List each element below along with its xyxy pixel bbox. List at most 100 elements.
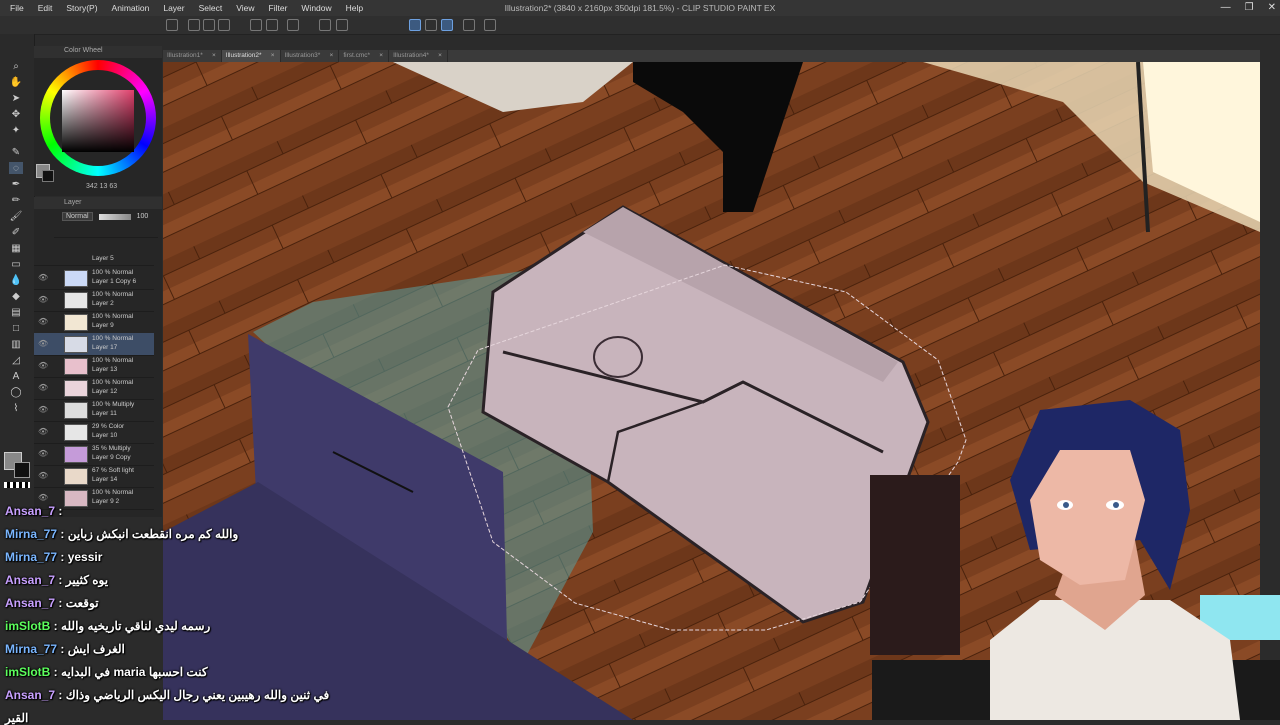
decoration-tool-icon[interactable]: ▦ [9, 242, 23, 254]
layer-row[interactable]: 👁 100 % Normal Layer 2 [34, 289, 154, 312]
help-icon[interactable] [484, 19, 496, 31]
menu-story[interactable]: Story(P) [66, 3, 97, 13]
correct-line-tool-icon[interactable]: ⌇ [9, 402, 23, 414]
layer-row[interactable]: 👁 100 % Multiply Layer 11 [34, 399, 154, 422]
menu-bar: File Edit Story(P) Animation Layer Selec… [0, 3, 363, 13]
selection-tool-icon[interactable]: ✦ [9, 124, 23, 136]
maximize-icon[interactable]: ❐ [1245, 0, 1254, 16]
save-icon[interactable] [218, 19, 230, 31]
chat-message: Mirna_77 : والله كم مره انقطعت انبكش زبا… [5, 527, 238, 541]
sub-color-chip[interactable] [42, 170, 54, 182]
close-tab-icon[interactable]: × [212, 50, 216, 62]
eye-icon[interactable]: 👁 [38, 361, 48, 370]
chat-username: Mirna_77 [5, 550, 58, 564]
layer-row[interactable]: 👁 100 % Normal Layer 12 [34, 377, 154, 400]
layer-row[interactable]: 👁 67 % Soft light Layer 14 [34, 465, 154, 488]
close-tab-icon[interactable]: × [379, 50, 383, 62]
eye-icon[interactable]: 👁 [38, 383, 48, 392]
close-tab-icon[interactable]: × [271, 50, 275, 62]
menu-layer[interactable]: Layer [163, 3, 184, 13]
eye-icon[interactable]: 👁 [38, 493, 48, 502]
undo-icon[interactable] [250, 19, 262, 31]
airbrush-tool-icon[interactable]: ✐ [9, 226, 23, 238]
layer-name: Layer 14 [92, 476, 118, 483]
transparent-color-swatch[interactable] [4, 482, 30, 488]
new-file-icon[interactable] [188, 19, 200, 31]
document-tab[interactable]: Illustration4* × [389, 50, 448, 62]
hand-tool-icon[interactable]: ✋ [9, 76, 23, 88]
eyedropper-tool-icon[interactable]: ✎ [9, 146, 23, 158]
canvas-new-icon[interactable] [166, 19, 178, 31]
fill-icon[interactable] [319, 19, 331, 31]
opacity-value[interactable]: 100 [137, 213, 149, 220]
menu-help[interactable]: Help [346, 3, 363, 13]
minimize-icon[interactable]: — [1221, 0, 1231, 16]
close-tab-icon[interactable]: × [438, 50, 442, 62]
chat-text: رسمه ليدي لناقي تاريخيه والله [61, 619, 211, 633]
snap-grid-icon[interactable] [441, 19, 453, 31]
fill-tool-icon[interactable]: ◆ [9, 290, 23, 302]
close-tab-icon[interactable]: × [330, 50, 334, 62]
layer-row[interactable]: 👁 29 % Color Layer 10 [34, 421, 154, 444]
blend-tool-icon[interactable]: 💧 [9, 274, 23, 286]
eye-icon[interactable]: 👁 [38, 471, 48, 480]
chat-message: Ansan_7 : [5, 504, 62, 518]
gradient-tool-icon[interactable]: ▤ [9, 306, 23, 318]
operation-tool-icon[interactable]: ➤ [9, 92, 23, 104]
eye-icon[interactable]: 👁 [38, 339, 48, 348]
layer-row[interactable]: 👁 100 % Normal Layer 13 [34, 355, 154, 378]
layer-row[interactable]: 👁 35 % Multiply Layer 9 Copy [34, 443, 154, 466]
text-tool-icon[interactable]: A [9, 370, 23, 382]
move-layer-tool-icon[interactable]: ✥ [9, 108, 23, 120]
eye-icon[interactable]: 👁 [38, 273, 48, 282]
close-icon[interactable]: ✕ [1268, 0, 1276, 16]
menu-file[interactable]: File [10, 3, 24, 13]
ruler-icon[interactable] [463, 19, 475, 31]
blend-mode-select[interactable]: Normal [62, 212, 93, 221]
pencil-tool-icon[interactable]: ✏ [9, 194, 23, 206]
opacity-slider[interactable] [98, 213, 131, 220]
snap-ruler-icon[interactable] [409, 19, 421, 31]
menu-edit[interactable]: Edit [38, 3, 53, 13]
frame-tool-icon[interactable]: ▥ [9, 338, 23, 350]
document-tab[interactable]: first.cmc* × [339, 50, 390, 62]
eye-icon[interactable]: 👁 [38, 427, 48, 436]
chat-text: في ثنين والله رهيبين يعني رجال اليكس الر… [65, 688, 330, 702]
eye-icon[interactable]: 👁 [38, 449, 48, 458]
clear-icon[interactable] [287, 19, 299, 31]
eraser-tool-icon[interactable]: ▭ [9, 258, 23, 270]
menu-view[interactable]: View [236, 3, 254, 13]
ruler-tool-icon[interactable]: ◿ [9, 354, 23, 366]
snap-special-ruler-icon[interactable] [425, 19, 437, 31]
eye-icon[interactable]: 👁 [38, 295, 48, 304]
menu-window[interactable]: Window [301, 3, 331, 13]
zoom-tool-icon[interactable]: ⌕ [9, 60, 23, 72]
saturation-value-square[interactable] [62, 90, 134, 152]
menu-animation[interactable]: Animation [112, 3, 150, 13]
menu-select[interactable]: Select [199, 3, 223, 13]
balloon-tool-icon[interactable]: ◯ [9, 386, 23, 398]
layer-row[interactable]: 👁 100 % Normal Layer 17 [34, 333, 154, 356]
document-tab[interactable]: Illustration3* × [281, 50, 340, 62]
layer-row[interactable]: 👁 100 % Normal Layer 1 Copy 6 [34, 267, 154, 290]
layer-row-top[interactable]: Layer 5 [34, 255, 154, 266]
lasso-tool-icon[interactable]: ◌ [9, 162, 23, 174]
brush-tool-icon[interactable]: 🖌 [9, 210, 23, 222]
open-file-icon[interactable] [203, 19, 215, 31]
eye-icon[interactable]: 👁 [38, 317, 48, 326]
document-tab[interactable]: Illustration2* × [221, 50, 281, 62]
redo-icon[interactable] [266, 19, 278, 31]
pen-tool-icon[interactable]: ✒ [9, 178, 23, 190]
chat-message: imSlotB : في البدايه maria كنت احسبها [5, 665, 208, 679]
layer-row[interactable]: 👁 100 % Normal Layer 9 [34, 311, 154, 334]
menu-filter[interactable]: Filter [269, 3, 288, 13]
document-tab[interactable]: Illustration1* × [163, 50, 222, 62]
layer-mode: 100 % Normal [92, 313, 134, 320]
eye-icon[interactable]: 👁 [38, 405, 48, 414]
figure-tool-icon[interactable]: □ [9, 322, 23, 334]
chat-username: Ansan_7 [5, 504, 56, 518]
sub-color-swatch[interactable] [14, 462, 30, 478]
transform-icon[interactable] [336, 19, 348, 31]
hue-ring[interactable] [40, 60, 156, 176]
layer-thumbnail [64, 292, 88, 309]
